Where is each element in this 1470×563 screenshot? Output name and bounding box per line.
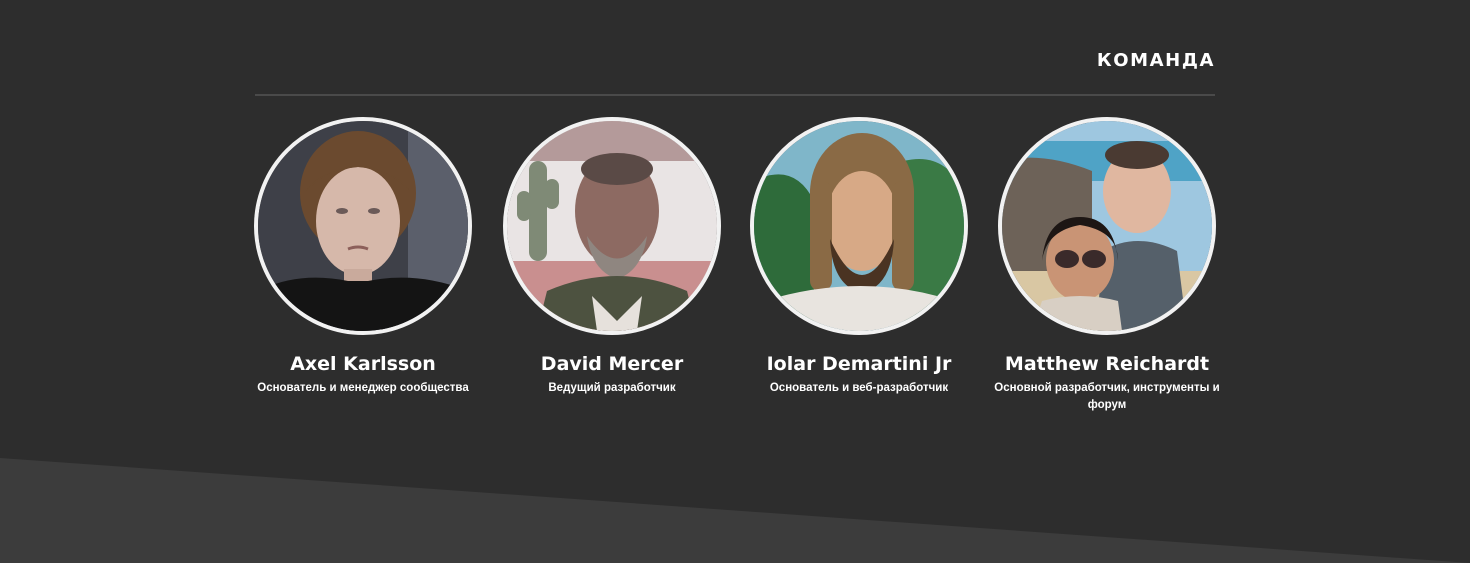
section-title: КОМАНДА [1096,50,1215,71]
portrait-photo [754,121,964,331]
team-page: КОМАНДА Axel Karlsson Основатель и менед… [0,0,1470,563]
team-member-card: Iolar Demartini Jr Основатель и веб-разр… [739,117,979,397]
member-name: David Mercer [540,353,684,375]
team-members-list: Axel Karlsson Основатель и менеджер сооб… [254,117,1220,437]
member-avatar [254,117,472,335]
member-avatar [503,117,721,335]
member-role: Основной разработчик, инструменты и фору… [994,382,1220,411]
team-member-card: Matthew Reichardt Основной разработчик, … [987,117,1227,414]
team-member-card: David Mercer Ведущий разработчик [492,117,732,397]
member-name: Matthew Reichardt [1004,353,1210,375]
member-avatar [998,117,1216,335]
member-role: Ведущий разработчик [548,382,676,394]
section-divider [255,94,1215,96]
portrait-photo [507,121,717,331]
member-role: Основатель и веб-разработчик [769,382,949,394]
portrait-photo [258,121,468,331]
portrait-photo [1002,121,1212,331]
member-avatar [750,117,968,335]
member-name: Axel Karlsson [290,353,436,375]
team-member-card: Axel Karlsson Основатель и менеджер сооб… [243,117,483,397]
member-role: Основатель и менеджер сообщества [257,382,469,394]
member-name: Iolar Demartini Jr [766,353,952,375]
